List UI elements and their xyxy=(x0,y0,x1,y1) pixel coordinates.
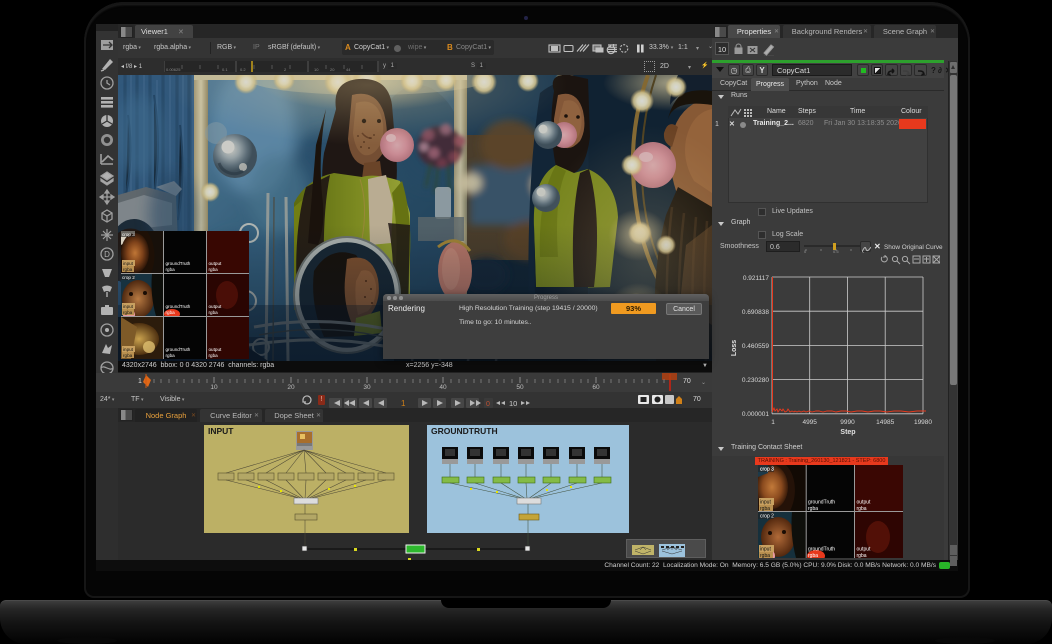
svg-text:groundTruth: groundTruth xyxy=(808,547,835,553)
svg-text:0.2: 0.2 xyxy=(240,67,246,72)
svg-text:rgba: rgba xyxy=(760,553,770,558)
svg-text:output: output xyxy=(857,547,872,553)
svg-text:groundTruth: groundTruth xyxy=(808,500,835,506)
svg-text:crop 2: crop 2 xyxy=(122,275,135,280)
svg-text:0.00625: 0.00625 xyxy=(166,67,181,72)
svg-text:rgba: rgba xyxy=(857,506,867,512)
svg-text:groundTruth: groundTruth xyxy=(166,261,191,266)
svg-text:rgba: rgba xyxy=(808,506,818,512)
svg-text:rgba: rgba xyxy=(123,310,133,315)
svg-text:44: 44 xyxy=(346,67,351,72)
svg-text:rgba: rgba xyxy=(857,553,867,558)
svg-text:rgba: rgba xyxy=(123,267,133,272)
svg-text:input: input xyxy=(123,347,134,352)
svg-text:19980: 19980 xyxy=(914,419,932,426)
svg-text:rgba: rgba xyxy=(166,267,176,272)
svg-text:10: 10 xyxy=(314,67,319,72)
svg-text:4995: 4995 xyxy=(802,419,817,426)
svg-text:output: output xyxy=(857,500,872,506)
svg-text:0.230280: 0.230280 xyxy=(742,377,769,384)
svg-text:GROUNDTRUTH: GROUNDTRUTH xyxy=(431,426,498,436)
svg-text:crop 2: crop 2 xyxy=(760,514,774,520)
svg-text:20: 20 xyxy=(330,67,335,72)
svg-text:rgba: rgba xyxy=(123,353,133,358)
svg-text:output: output xyxy=(209,304,222,309)
svg-text:groundTruth: groundTruth xyxy=(166,304,191,309)
svg-text:0.690838: 0.690838 xyxy=(742,309,769,316)
svg-text:crop 3: crop 3 xyxy=(122,232,135,237)
svg-text:rgba: rgba xyxy=(808,553,818,558)
svg-text:rgba: rgba xyxy=(209,310,219,315)
svg-text:0: 0 xyxy=(804,249,807,253)
svg-text:0.921117: 0.921117 xyxy=(743,275,770,282)
svg-text:input: input xyxy=(123,304,134,309)
svg-text:input: input xyxy=(123,261,134,266)
svg-text:9990: 9990 xyxy=(840,419,855,426)
svg-text:rgba: rgba xyxy=(209,353,219,358)
svg-text:crop 3: crop 3 xyxy=(760,467,774,473)
svg-text:1: 1 xyxy=(771,419,775,426)
svg-text:D: D xyxy=(104,250,110,259)
svg-text:rgba: rgba xyxy=(166,310,176,315)
svg-text:output: output xyxy=(209,347,222,352)
svg-text:0.000001: 0.000001 xyxy=(742,411,769,418)
svg-text:input: input xyxy=(760,547,771,553)
svg-text:rgba: rgba xyxy=(760,506,770,512)
svg-text:groundTruth: groundTruth xyxy=(166,347,191,352)
svg-text:1: 1 xyxy=(401,399,406,408)
svg-text:input: input xyxy=(760,500,771,506)
svg-text:INPUT: INPUT xyxy=(208,426,234,436)
svg-text:14985: 14985 xyxy=(876,419,894,426)
svg-text:0.5: 0.5 xyxy=(833,249,839,253)
svg-text:10: 10 xyxy=(509,399,517,408)
svg-text:output: output xyxy=(209,261,222,266)
svg-text:0.460559: 0.460559 xyxy=(742,343,769,350)
svg-text:0: 0 xyxy=(486,401,490,408)
svg-text:2: 2 xyxy=(284,67,287,72)
svg-text:Loss: Loss xyxy=(731,340,738,356)
svg-text:0.1: 0.1 xyxy=(222,67,228,72)
svg-text:rgba: rgba xyxy=(166,353,176,358)
svg-text:rgba: rgba xyxy=(209,267,219,272)
svg-text:Step: Step xyxy=(840,429,855,436)
